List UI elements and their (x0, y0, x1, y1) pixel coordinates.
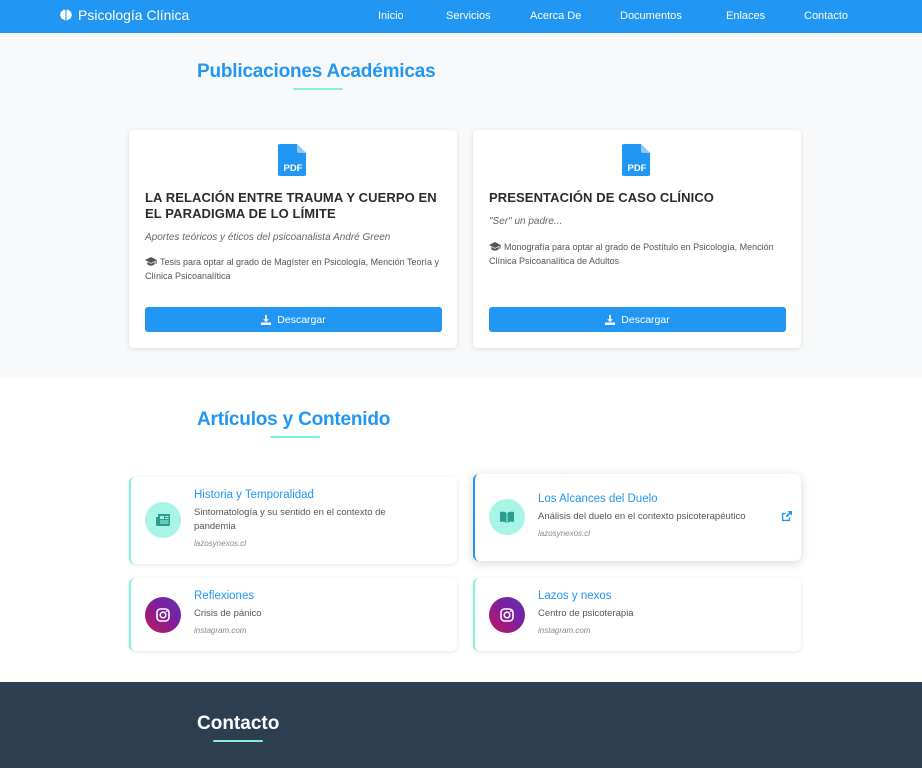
article-source: instagram.com (538, 626, 591, 635)
article-description: Sintomatología y su sentido en el contex… (194, 507, 386, 532)
publication-subtitle: Aportes teóricos y éticos del psicoanali… (145, 232, 391, 243)
publication-title: PRESENTACIÓN DE CASO CLÍNICO (489, 190, 715, 205)
brand-name: Psicología Clínica (78, 7, 190, 23)
article-description: Centro de psicoterapia (538, 608, 634, 619)
nav-link-contacto[interactable]: Contacto (804, 10, 848, 22)
article-title: Reflexiones (194, 590, 255, 602)
title-underline (293, 88, 343, 90)
title-underline (213, 740, 263, 742)
publications-section: Publicaciones Académicas PDF LA RELACIÓN… (0, 33, 922, 378)
svg-text:PDF: PDF (628, 163, 647, 174)
nav-link-enlaces[interactable]: Enlaces (726, 10, 765, 22)
article-title: Lazos y nexos (538, 590, 612, 602)
article-description: Análisis del duelo en el contexto psicot… (538, 511, 746, 522)
graduation-cap-icon (145, 257, 157, 266)
nav-link-acerca-de[interactable]: Acerca De (530, 10, 581, 22)
download-button-label: Descargar (277, 313, 326, 326)
article-card-1[interactable]: Historia y Temporalidad Sintomatología y… (129, 477, 457, 564)
contact-title: Contacto (197, 713, 280, 734)
external-link-icon[interactable] (781, 511, 792, 522)
article-icon (145, 502, 181, 538)
brain-icon (60, 9, 72, 21)
pdf-icon: PDF (622, 144, 650, 176)
newspaper-icon (156, 514, 170, 526)
publication-description: Tesis para optar al grado de Magíster en… (145, 255, 445, 283)
publication-description-text: Tesis para optar al grado de Magíster en… (145, 257, 439, 281)
brand-logo[interactable]: Psicología Clínica (59, 7, 189, 23)
instagram-icon (500, 608, 514, 622)
article-icon (145, 597, 181, 633)
publication-subtitle: "Ser" un padre... (489, 216, 563, 227)
articles-title: Artículos y Contenido (197, 409, 391, 430)
publications-title: Publicaciones Académicas (197, 61, 436, 82)
download-icon (605, 314, 616, 325)
article-title: Historia y Temporalidad (194, 489, 314, 501)
publication-card-1: PDF LA RELACIÓN ENTRE TRAUMA Y CUERPO EN… (129, 130, 457, 348)
download-button[interactable]: Descargar (489, 307, 786, 332)
article-source: instagram.com (194, 626, 247, 635)
article-source: lazosynexos.cl (538, 529, 591, 538)
publication-card-2: PDF PRESENTACIÓN DE CASO CLÍNICO "Ser" u… (473, 130, 801, 348)
article-card-4[interactable]: Lazos y nexos Centro de psicoterapia ins… (473, 578, 801, 651)
publication-title: LA RELACIÓN ENTRE TRAUMA Y CUERPO EN EL … (145, 190, 437, 221)
article-description: Crisis de pánico (194, 608, 262, 619)
publication-description: Monografía para optar al grado de Postít… (489, 240, 789, 268)
nav-link-inicio[interactable]: Inicio (378, 10, 404, 22)
publication-description-text: Monografía para optar al grado de Postít… (489, 242, 774, 266)
graduation-cap-icon (489, 242, 501, 251)
pdf-icon: PDF (278, 144, 306, 176)
instagram-icon (156, 608, 170, 622)
nav-link-servicios[interactable]: Servicios (446, 10, 491, 22)
download-button-label: Descargar (621, 313, 670, 326)
article-card-2[interactable]: Los Alcances del Duelo Análisis del duel… (473, 474, 801, 561)
book-open-icon (500, 511, 514, 523)
articles-section: Artículos y Contenido Historia y Tempora… (0, 378, 922, 682)
svg-text:PDF: PDF (284, 163, 303, 174)
nav-link-documentos[interactable]: Documentos (620, 10, 682, 22)
download-icon (261, 314, 272, 325)
download-button[interactable]: Descargar (145, 307, 442, 332)
article-icon (489, 597, 525, 633)
article-icon (489, 499, 525, 535)
title-underline (270, 436, 320, 438)
article-title: Los Alcances del Duelo (538, 493, 658, 505)
contact-section: Contacto (0, 682, 922, 768)
article-card-3[interactable]: Reflexiones Crisis de pánico instagram.c… (129, 578, 457, 651)
article-source: lazosynexos.cl (194, 539, 247, 548)
top-navbar: Psicología Clínica Inicio Servicios Acer… (0, 0, 922, 33)
